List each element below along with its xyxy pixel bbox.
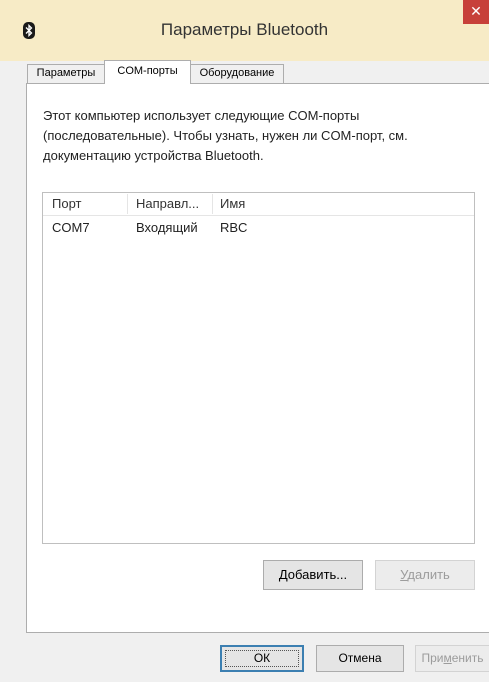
table-row[interactable]: COM7 Входящий RBC (43, 217, 474, 239)
focus-rectangle (225, 650, 299, 667)
window-title: Параметры Bluetooth (160, 20, 329, 39)
list-header: Порт Направл... Имя (43, 193, 474, 216)
apply-button[interactable]: Применить (415, 645, 489, 672)
column-divider[interactable] (127, 194, 128, 214)
description-text: Этот компьютер использует следующие COM-… (43, 108, 408, 163)
cell-name: RBC (220, 220, 248, 235)
cancel-button[interactable]: Отмена (316, 645, 404, 672)
ok-button[interactable]: ОК (220, 645, 304, 672)
close-button[interactable]: ✕ (463, 0, 489, 24)
com-ports-list[interactable]: Порт Направл... Имя COM7 Входящий RBC (42, 192, 475, 544)
remove-button[interactable]: Удалить (375, 560, 475, 590)
column-header-direction[interactable]: Направл... (136, 193, 199, 215)
com-ports-panel: Этот компьютер использует следующие COM-… (26, 83, 489, 633)
close-icon: ✕ (470, 3, 482, 19)
column-header-name[interactable]: Имя (220, 193, 245, 215)
tab-hardware[interactable]: Оборудование (190, 64, 284, 83)
column-header-port[interactable]: Порт (52, 193, 81, 215)
tab-parameters[interactable]: Параметры (27, 64, 105, 83)
add-button[interactable]: Добавить... (263, 560, 363, 590)
tab-com-ports[interactable]: COM-порты (104, 60, 191, 84)
title-bar[interactable]: Параметры Bluetooth ✕ (0, 0, 489, 61)
cell-port: COM7 (52, 220, 90, 235)
cell-direction: Входящий (136, 220, 198, 235)
column-divider[interactable] (212, 194, 213, 214)
